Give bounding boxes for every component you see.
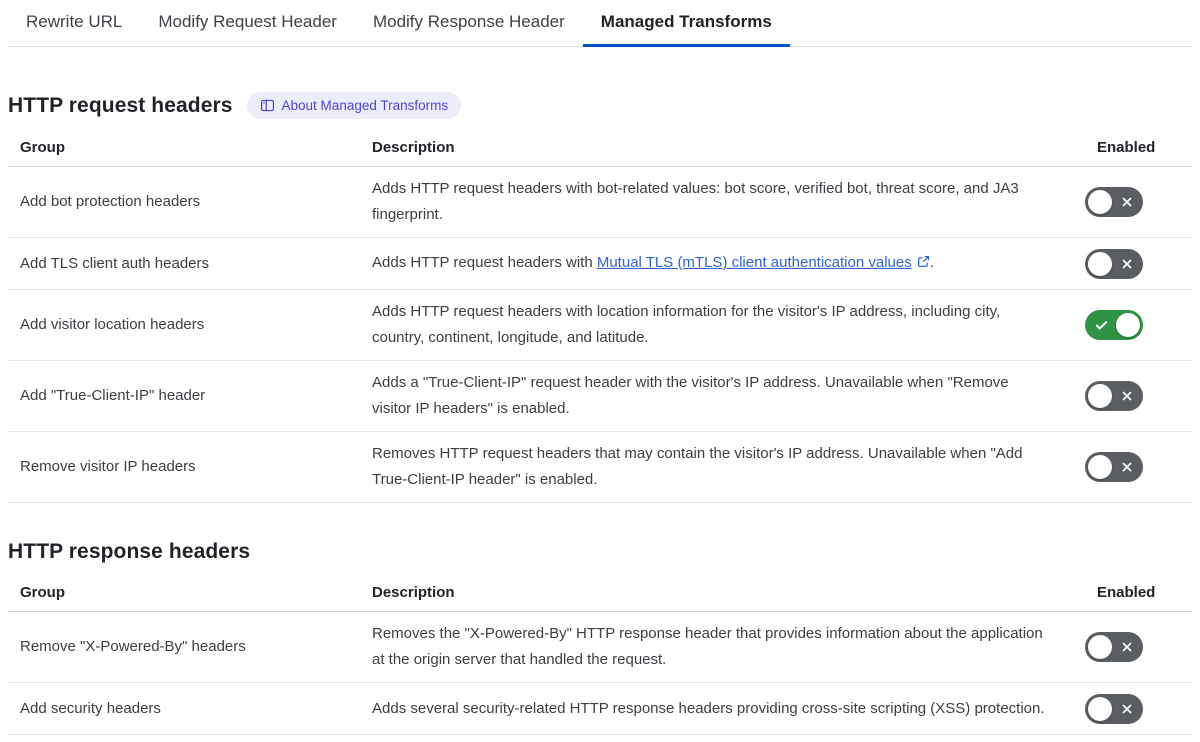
book-icon bbox=[260, 98, 275, 113]
description-cell: Adds HTTP request headers with location … bbox=[372, 303, 1001, 346]
table-row: Add "True-Client-IP" header Adds a "True… bbox=[8, 361, 1192, 432]
description-cell: Adds several security-related HTTP respo… bbox=[372, 699, 1045, 717]
description-cell: Removes HTTP request headers that may co… bbox=[372, 445, 1023, 488]
column-header-group: Group bbox=[20, 139, 65, 156]
enabled-toggle[interactable] bbox=[1085, 693, 1143, 724]
table-header-row: Group Description Enabled bbox=[8, 578, 1192, 612]
external-link-icon bbox=[917, 251, 930, 277]
toggle-knob bbox=[1116, 313, 1140, 337]
toggle-knob bbox=[1088, 635, 1112, 659]
group-cell: Add security headers bbox=[20, 699, 161, 717]
group-cell: Add TLS client auth headers bbox=[20, 254, 210, 272]
group-cell: Add bot protection headers bbox=[20, 193, 201, 210]
enabled-toggle[interactable] bbox=[1085, 381, 1143, 411]
table-row: Add security headers Adds several securi… bbox=[8, 683, 1192, 735]
tab-managed-transforms[interactable]: Managed Transforms bbox=[582, 0, 790, 47]
description-link[interactable]: Mutual TLS (mTLS) client authentication … bbox=[597, 254, 912, 271]
table-row: Add visitor location headers Adds HTTP r… bbox=[8, 290, 1192, 361]
tab-label: Modify Request Header bbox=[158, 12, 337, 31]
description-cell: Adds HTTP request headers with Mutual TL… bbox=[360, 241, 1085, 286]
table-row: Remove "X-Powered-By" headers Removes th… bbox=[8, 612, 1192, 683]
x-icon bbox=[1122, 391, 1132, 401]
tab-rewrite-url[interactable]: Rewrite URL bbox=[8, 0, 140, 47]
toggle-knob bbox=[1088, 455, 1112, 479]
table-row: Remove visitor IP headers Removes HTTP r… bbox=[8, 432, 1192, 503]
table-row: Add bot protection headers Adds HTTP req… bbox=[8, 167, 1192, 238]
enabled-cell bbox=[1085, 240, 1192, 288]
enabled-cell bbox=[1085, 685, 1192, 733]
group-cell: Remove visitor IP headers bbox=[20, 458, 196, 475]
enabled-cell bbox=[1085, 372, 1192, 420]
x-icon bbox=[1122, 704, 1132, 713]
description-cell: Adds HTTP request headers with bot-relat… bbox=[372, 180, 1019, 223]
enabled-toggle[interactable] bbox=[1085, 310, 1143, 340]
tab-label: Modify Response Header bbox=[372, 12, 565, 31]
tab-modify-request-header[interactable]: Modify Request Header bbox=[140, 0, 355, 47]
group-cell: Add "True-Client-IP" header bbox=[20, 387, 206, 404]
toggle-knob bbox=[1088, 384, 1112, 408]
enabled-cell bbox=[1085, 301, 1192, 349]
tab-label: Rewrite URL bbox=[26, 12, 123, 31]
group-cell: Add visitor location headers bbox=[20, 316, 205, 333]
group-cell: Remove "X-Powered-By" headers bbox=[20, 638, 246, 655]
table-header-row: Group Description Enabled bbox=[8, 133, 1192, 167]
enabled-cell bbox=[1085, 623, 1192, 671]
column-header-group: Group bbox=[20, 584, 65, 601]
toggle-knob bbox=[1088, 190, 1112, 214]
response-headers-title: HTTP response headers bbox=[8, 540, 251, 563]
column-header-enabled: Enabled bbox=[1097, 584, 1156, 601]
x-icon bbox=[1122, 259, 1132, 268]
toggle-knob bbox=[1088, 696, 1112, 721]
tab-modify-response-header[interactable]: Modify Response Header bbox=[355, 0, 583, 47]
toggle-knob bbox=[1088, 251, 1112, 276]
about-managed-transforms-link[interactable]: About Managed Transforms bbox=[246, 92, 462, 119]
enabled-toggle[interactable] bbox=[1085, 248, 1143, 279]
column-header-enabled: Enabled bbox=[1097, 139, 1156, 156]
table-row: Add TLS client auth headers Adds HTTP re… bbox=[8, 238, 1192, 290]
description-cell: Removes the "X-Powered-By" HTTP response… bbox=[372, 625, 1043, 668]
check-icon bbox=[1095, 321, 1108, 330]
about-managed-transforms-label: About Managed Transforms bbox=[281, 98, 449, 113]
response-headers-section: HTTP response headers Group Description … bbox=[8, 540, 1192, 735]
x-icon bbox=[1122, 197, 1132, 207]
response-headers-table: Group Description Enabled Remove "X-Powe… bbox=[8, 578, 1192, 735]
enabled-toggle[interactable] bbox=[1085, 187, 1143, 217]
enabled-cell bbox=[1085, 443, 1192, 491]
managed-transforms-page: Rewrite URL Modify Request Header Modify… bbox=[8, 0, 1192, 735]
enabled-cell bbox=[1085, 178, 1192, 226]
tab-bar: Rewrite URL Modify Request Header Modify… bbox=[8, 0, 1192, 47]
request-headers-section: HTTP request headers About Managed Trans… bbox=[8, 92, 1192, 503]
tab-label: Managed Transforms bbox=[600, 12, 772, 31]
column-header-description: Description bbox=[372, 584, 455, 601]
request-headers-table: Group Description Enabled Add bot protec… bbox=[8, 133, 1192, 503]
enabled-toggle[interactable] bbox=[1085, 632, 1143, 662]
enabled-toggle[interactable] bbox=[1085, 452, 1143, 482]
x-icon bbox=[1122, 642, 1132, 652]
request-headers-title: HTTP request headers bbox=[8, 93, 233, 117]
x-icon bbox=[1122, 462, 1132, 472]
column-header-description: Description bbox=[372, 139, 455, 156]
description-cell: Adds a "True-Client-IP" request header w… bbox=[372, 374, 1009, 417]
